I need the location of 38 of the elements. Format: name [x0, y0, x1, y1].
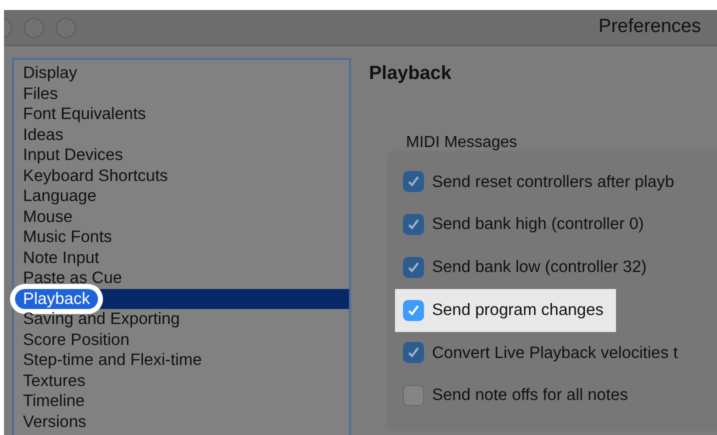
category-item[interactable]: Music Fonts — [14, 227, 349, 248]
category-item[interactable]: Paste as Cue — [14, 268, 349, 288]
category-item[interactable]: Language — [14, 186, 349, 206]
category-item[interactable]: Textures — [14, 370, 349, 391]
checkbox[interactable] — [403, 385, 424, 406]
checkbox-option[interactable]: Send note offs for all notes — [395, 374, 640, 417]
checkbox[interactable] — [403, 342, 424, 364]
category-item[interactable]: Step-time and Flexi-time — [14, 350, 349, 370]
category-item[interactable]: Display — [14, 63, 349, 84]
group-title: MIDI Messages — [406, 132, 518, 152]
checkbox[interactable] — [403, 171, 424, 192]
checkbox-option[interactable]: Convert Live Playback velocities t — [395, 332, 690, 374]
category-item[interactable]: Font Equivalents — [14, 104, 349, 124]
checkmark-icon — [407, 304, 420, 317]
checkbox[interactable] — [403, 300, 424, 321]
category-item[interactable]: Files — [14, 84, 349, 104]
category-item[interactable]: Timeline — [14, 391, 349, 412]
window-title: Preferences — [598, 15, 701, 40]
checkmark-icon — [407, 260, 420, 274]
category-item[interactable]: Input Devices — [14, 145, 349, 166]
checkbox-option[interactable]: Send bank high (controller 0) — [395, 203, 656, 246]
panel-title: Playback — [369, 62, 452, 86]
checkbox[interactable] — [403, 214, 424, 236]
checkbox[interactable] — [403, 256, 424, 278]
category-item[interactable]: Mouse — [14, 206, 349, 227]
category-item[interactable]: Playback — [14, 288, 349, 309]
category-item[interactable]: Note Input — [14, 248, 349, 268]
checkbox-option[interactable]: Send bank low (controller 32) — [395, 246, 659, 289]
checkmark-icon — [407, 218, 420, 232]
checkbox-option[interactable]: Send reset controllers after playb — [395, 160, 686, 204]
category-item[interactable]: Score Position — [14, 330, 349, 350]
category-item[interactable]: Versions — [14, 412, 349, 432]
category-item[interactable]: Ideas — [14, 124, 349, 145]
checkmark-icon — [407, 175, 420, 188]
category-item[interactable]: Saving and Exporting — [14, 309, 349, 330]
checkmark-icon — [407, 346, 420, 360]
checkbox-option[interactable]: Send program changes — [395, 288, 616, 332]
category-item[interactable]: Keyboard Shortcuts — [14, 166, 349, 186]
